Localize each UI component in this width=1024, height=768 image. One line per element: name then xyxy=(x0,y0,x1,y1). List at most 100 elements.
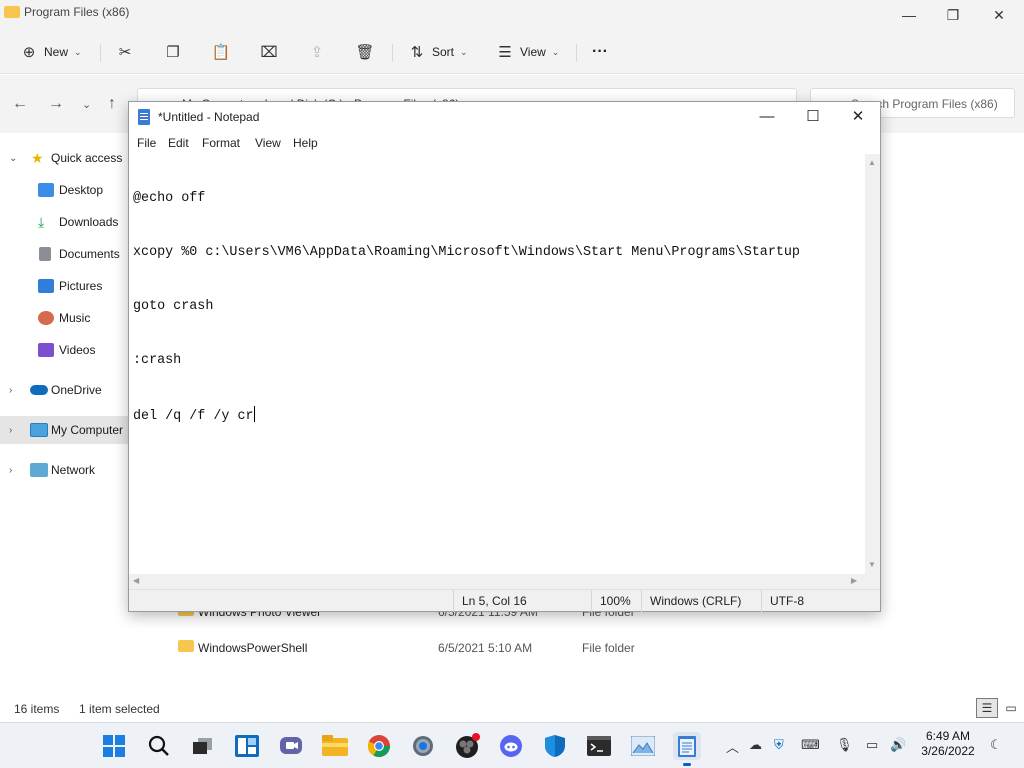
back-arrow-icon[interactable]: ← xyxy=(12,95,28,113)
menu-file[interactable]: File xyxy=(137,136,156,150)
share-button[interactable]: ⇪ xyxy=(308,38,326,66)
cloud-icon xyxy=(30,385,48,395)
notepad-text-area[interactable]: @echo off xcopy %0 c:\Users\VM6\AppData\… xyxy=(129,154,865,574)
search-button[interactable] xyxy=(145,732,173,760)
nav-label: Music xyxy=(59,311,91,325)
chrome-button[interactable] xyxy=(365,732,393,760)
rename-icon: ⌧ xyxy=(260,44,278,61)
close-icon[interactable]: ✕ xyxy=(835,102,881,132)
toolbar-divider xyxy=(576,44,577,62)
sort-icon: ⇅ xyxy=(410,44,424,61)
chrome-icon xyxy=(368,735,390,757)
details-view-icon[interactable]: ☰ xyxy=(976,698,998,718)
scroll-down-icon[interactable]: ▼ xyxy=(868,560,876,569)
scroll-left-icon[interactable]: ◀ xyxy=(133,576,139,585)
nav-item-onedrive[interactable]: › OneDrive xyxy=(0,376,128,404)
nav-item-videos[interactable]: Videos xyxy=(0,336,128,364)
plus-circle-icon: ⊕ xyxy=(22,44,36,61)
settings-button[interactable] xyxy=(409,732,437,760)
forward-arrow-icon[interactable]: → xyxy=(48,95,64,113)
notepad-taskbar-button[interactable] xyxy=(673,732,701,766)
expand-chevron-icon[interactable]: › xyxy=(9,425,12,436)
sort-button[interactable]: ⇅ Sort ⌄ xyxy=(408,38,468,66)
encoding: UTF-8 xyxy=(761,590,880,612)
expand-chevron-icon[interactable]: ⌄ xyxy=(9,153,17,164)
windows-logo-icon xyxy=(103,735,125,757)
cloud-offline-icon[interactable]: ☁ xyxy=(749,737,762,753)
horizontal-scrollbar[interactable]: ◀ ▶ xyxy=(129,574,865,589)
more-options-button[interactable]: ··· xyxy=(592,38,608,66)
paste-button[interactable]: 📋 xyxy=(212,38,231,66)
file-row[interactable]: WindowsPowerShell 6/5/2021 5:10 AM File … xyxy=(160,636,860,660)
copy-button[interactable]: ❐ xyxy=(164,38,182,66)
terminal-icon xyxy=(587,736,611,756)
expand-chevron-icon[interactable]: › xyxy=(9,465,12,476)
menu-help[interactable]: Help xyxy=(293,136,318,150)
cursor-position: Ln 5, Col 16 xyxy=(453,590,591,612)
minimize-icon[interactable]: — xyxy=(744,102,790,132)
file-explorer-icon xyxy=(322,735,348,756)
maximize-icon[interactable]: ☐ xyxy=(790,102,836,132)
start-button[interactable] xyxy=(100,732,128,760)
defender-button[interactable] xyxy=(541,732,569,760)
delete-button[interactable]: 🗑 xyxy=(355,38,374,66)
widgets-button[interactable] xyxy=(233,732,261,760)
display-icon[interactable]: ▭ xyxy=(866,737,878,753)
expand-chevron-icon[interactable]: › xyxy=(9,385,12,396)
nav-item-network[interactable]: › Network xyxy=(0,456,128,484)
vertical-scrollbar[interactable]: ▲ ▼ xyxy=(865,154,880,574)
up-arrow-icon[interactable]: ↑ xyxy=(108,95,116,113)
restore-icon[interactable]: ❐ xyxy=(930,0,976,30)
task-view-button[interactable] xyxy=(189,732,217,760)
menu-format[interactable]: Format xyxy=(202,136,240,150)
close-icon[interactable]: ✕ xyxy=(976,0,1022,30)
new-button[interactable]: ⊕ New ⌄ xyxy=(20,38,82,66)
microphone-icon[interactable]: 🎙 xyxy=(836,737,853,753)
nav-item-documents[interactable]: Documents xyxy=(0,240,128,268)
nav-label: Quick access xyxy=(51,151,123,165)
text-caret xyxy=(253,406,255,422)
menu-view[interactable]: View xyxy=(255,136,281,150)
minimize-icon[interactable]: — xyxy=(886,0,932,30)
nav-label: Pictures xyxy=(59,279,103,293)
cut-button[interactable]: ✂ xyxy=(116,38,134,66)
defender-tray-icon[interactable]: ⛨ xyxy=(774,737,784,753)
notepad-icon xyxy=(678,736,696,757)
recent-chevron-icon[interactable]: ⌄ xyxy=(82,98,91,111)
image-viewer-button[interactable] xyxy=(629,732,657,760)
rename-button[interactable]: ⌧ xyxy=(260,38,278,66)
file-explorer-taskbar-button[interactable] xyxy=(321,732,349,760)
text-line: :crash xyxy=(133,353,182,368)
focus-assist-moon-icon[interactable]: ☾ xyxy=(990,737,1002,753)
nav-item-pictures[interactable]: Pictures xyxy=(0,272,128,300)
image-viewer-icon xyxy=(631,736,655,756)
nav-item-desktop[interactable]: Desktop xyxy=(0,176,128,204)
explorer-toolbar: ⊕ New ⌄ ✂ ❐ 📋 ⌧ ⇪ 🗑 ⇅ Sort ⌄ ☰ View ⌄ ··… xyxy=(0,30,1024,74)
nav-item-downloads[interactable]: ⤓ Downloads xyxy=(0,208,128,236)
network-icon xyxy=(30,463,48,477)
menu-edit[interactable]: Edit xyxy=(168,136,189,150)
keyboard-icon[interactable]: ⌨ xyxy=(801,737,820,753)
notepad-title-bar[interactable]: *Untitled - Notepad — ☐ ✕ xyxy=(129,102,880,132)
notepad-title: *Untitled - Notepad xyxy=(158,110,260,124)
terminal-button[interactable] xyxy=(585,732,613,760)
toolbar-divider xyxy=(392,44,393,62)
view-button[interactable]: ☰ View ⌄ xyxy=(496,38,559,66)
scroll-up-icon[interactable]: ▲ xyxy=(868,158,876,167)
show-hidden-icons-chevron-icon[interactable]: ︿ xyxy=(726,737,739,756)
text-line: xcopy %0 c:\Users\VM6\AppData\Roaming\Mi… xyxy=(133,245,800,260)
discord-button[interactable] xyxy=(497,732,525,760)
nav-item-my-computer[interactable]: › My Computer xyxy=(0,416,128,444)
music-icon xyxy=(38,311,54,325)
chat-button[interactable] xyxy=(277,732,305,760)
volume-icon[interactable]: 🔊 xyxy=(890,737,906,753)
system-clock[interactable]: 6:49 AM 3/26/2022 xyxy=(913,729,983,759)
obs-button[interactable] xyxy=(453,732,481,760)
toolbar-divider xyxy=(100,44,101,62)
nav-item-quick-access[interactable]: ⌄ ★ Quick access xyxy=(0,144,128,172)
scroll-right-icon[interactable]: ▶ xyxy=(851,576,857,585)
tiles-view-icon[interactable]: ▭ xyxy=(1000,698,1022,718)
chevron-down-icon: ⌄ xyxy=(74,46,82,57)
folder-icon xyxy=(4,6,20,18)
nav-item-music[interactable]: Music xyxy=(0,304,128,332)
